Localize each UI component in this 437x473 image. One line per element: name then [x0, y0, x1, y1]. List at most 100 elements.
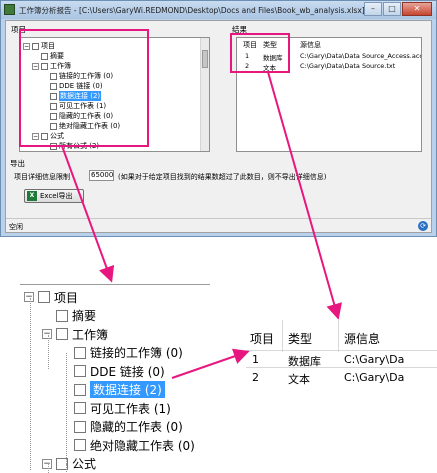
tree-node-formulas[interactable]: − 公式 [32, 131, 64, 141]
tree-checkbox [74, 420, 86, 433]
tree-node-label: 绝对隐藏工作表 (0) [90, 438, 195, 453]
tree-checkbox[interactable] [50, 82, 57, 90]
tree-node-label: 项目 [41, 42, 55, 50]
tree-node-dde-links[interactable]: DDE 链接 (0) [50, 81, 103, 91]
maximize-button[interactable]: □ [383, 2, 401, 16]
results-header-type[interactable]: 类型 [263, 40, 277, 50]
tree-node-label: 绝对隐藏工作表 (0) [59, 122, 121, 130]
tree-node-visible-sheets[interactable]: 可见工作表 (1) [50, 101, 106, 111]
tree-node-label: 摘要 [72, 309, 97, 323]
results-header-source[interactable]: 源信息 [300, 40, 321, 50]
tree-node-label: 数值值 (0) [59, 151, 92, 152]
results-column-divider [338, 320, 339, 352]
tree-node-label: 公式 [72, 457, 97, 471]
items-group-label: 项目 [11, 25, 26, 34]
result-cell: 2 [245, 62, 250, 70]
dialog-client: 项目 结果 − 项目摘要 − 工作簿 链接的工作簿 (0) DDE 链接 (0) 数据连接 … [5, 20, 432, 233]
tree-node-label: 项目 [54, 290, 79, 305]
result-cell: C:\Gary\Data\Data Source.txt [300, 62, 396, 70]
tree-connector-line [30, 298, 31, 470]
zoom-header-type: 类型 [288, 332, 313, 346]
tree-checkbox[interactable] [50, 122, 57, 130]
zoom-tree-node-summary: 摘要 [56, 307, 96, 325]
zoom-result-cell: 2 [252, 371, 259, 384]
status-text: 空闲 [9, 223, 23, 231]
tree-node-label: 数据连接 (2) [59, 91, 102, 101]
collapse-icon[interactable]: − [32, 62, 39, 70]
tree-checkbox[interactable] [41, 52, 48, 60]
results-row-divider [246, 367, 437, 368]
tree-checkbox [74, 346, 86, 359]
results-group-label: 结果 [232, 25, 247, 34]
tree-node-label: 隐藏的工作表 (0) [90, 420, 183, 434]
window-title: 工作簿分析报告 - [C:\Users\GaryWi.REDMOND\Deskt… [19, 6, 365, 15]
excel-app-icon [4, 4, 15, 15]
tree-checkbox[interactable] [50, 92, 57, 100]
status-bar: 空闲 ⟳ [6, 218, 431, 232]
detail-limit-input[interactable]: 65000 [89, 170, 114, 181]
tree-connector-line [48, 335, 49, 369]
zoom-tree-node-dde-links: DDE 链接 (0) [74, 362, 165, 380]
tree-checkbox[interactable] [41, 62, 48, 70]
detail-limit-label: 项目详细信息限制 [14, 173, 70, 181]
items-tree[interactable]: − 项目摘要 − 工作簿 链接的工作簿 (0) DDE 链接 (0) 数据连接 (2) 可见工… [19, 37, 210, 152]
results-header-divider [246, 350, 437, 351]
tree-node-label: 链接的工作簿 (0) [90, 346, 183, 360]
result-cell: C:\Gary\Data\Data Source_Access.accdb [300, 52, 422, 60]
collapse-icon[interactable]: − [23, 42, 30, 50]
tree-node-label: 可见工作表 (1) [90, 401, 171, 416]
tree-checkbox[interactable] [50, 142, 57, 150]
excel-export-button[interactable]: X Excel导出 [24, 189, 84, 203]
tree-node-label: 工作簿 [50, 62, 71, 70]
collapse-icon[interactable]: − [32, 132, 39, 140]
refresh-icon[interactable]: ⟳ [418, 221, 428, 231]
zoom-result-cell: 数据库 [288, 355, 321, 368]
tree-node-linked-workbooks[interactable]: 链接的工作簿 (0) [50, 71, 113, 81]
tree-node-numeric-values[interactable]: 数值值 (0) [50, 151, 92, 152]
tree-checkbox [74, 383, 86, 396]
tree-checkbox [74, 365, 86, 377]
close-button[interactable]: ✕ [402, 2, 432, 16]
minimize-button[interactable]: – [364, 2, 382, 16]
tree-checkbox[interactable] [32, 42, 39, 50]
tree-node-label: 可见工作表 (1) [59, 102, 107, 110]
tree-checkbox[interactable] [50, 72, 57, 80]
tree-connector-line [48, 463, 49, 473]
zoom-tree-node-visible-sheets: 可见工作表 (1) [74, 399, 171, 417]
tree-checkbox [74, 439, 86, 451]
tree-node-data-connections[interactable]: 数据连接 (2) [50, 91, 102, 101]
tree-node-summary[interactable]: 摘要 [41, 51, 64, 61]
zoom-tree-node-formulas: − 公式 [42, 455, 96, 473]
zoom-tree-node-data-connections: 数据连接 (2) [74, 381, 165, 399]
tree-node-root[interactable]: − 项目 [23, 41, 55, 51]
tree-checkbox [56, 328, 68, 340]
tree-node-label: DDE 链接 (0) [90, 364, 165, 379]
tree-checkbox[interactable] [50, 102, 57, 110]
result-cell: 文本 [263, 64, 276, 72]
zoom-tree-node-workbook: − 工作簿 [42, 325, 108, 343]
tree-checkbox[interactable] [50, 112, 57, 120]
tree-node-label: 所有公式 (2) [59, 142, 100, 150]
zoom-result-cell: 文本 [288, 373, 310, 386]
tree-scrollbar-thumb[interactable] [202, 50, 208, 68]
zoom-tree-node-very-hidden-sheets: 绝对隐藏工作表 (0) [74, 436, 195, 454]
tree-scrollbar[interactable] [200, 38, 209, 151]
result-cell: 1 [245, 52, 250, 60]
tree-node-label: 摘要 [50, 52, 64, 60]
tree-node-label: 数据连接 (2) [90, 381, 165, 398]
zoom-result-cell: 1 [252, 353, 259, 366]
results-header-item[interactable]: 项目 [243, 40, 257, 50]
excel-icon: X [27, 191, 37, 201]
tree-node-label: 工作簿 [72, 327, 109, 342]
tree-node-very-hidden-sheets[interactable]: 绝对隐藏工作表 (0) [50, 121, 120, 131]
zoom-result-cell: C:\Gary\Da [344, 353, 405, 366]
export-group-label: 导出 [10, 159, 25, 168]
zoomed-results-list: 项目 类型 源信息 1 数据库 C:\Gary\Da 2 文本 C:\Gary\… [246, 320, 437, 390]
tree-node-workbook[interactable]: − 工作簿 [32, 61, 71, 71]
results-list[interactable]: 项目 类型 源信息 1 数据库 C:\Gary\Data\Data Source… [236, 37, 422, 152]
results-column-divider [282, 320, 283, 352]
tree-node-hidden-sheets[interactable]: 隐藏的工作表 (0) [50, 111, 113, 121]
tree-node-all-formulas[interactable]: 所有公式 (2) [50, 141, 99, 151]
title-bar: 工作簿分析报告 - [C:\Users\GaryWi.REDMOND\Deskt… [1, 1, 436, 19]
tree-checkbox[interactable] [41, 132, 48, 140]
